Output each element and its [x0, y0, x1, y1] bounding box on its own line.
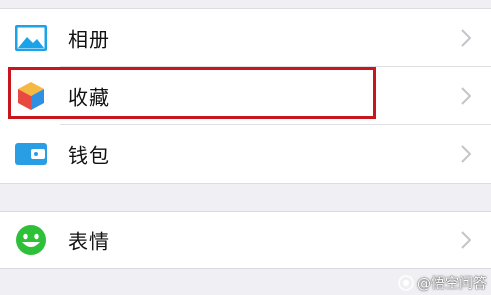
watermark: @悟空问答 [398, 273, 487, 293]
watermark-logo-icon [398, 275, 414, 291]
menu-item-favorites[interactable]: 收藏 [0, 67, 491, 125]
menu-item-label: 收藏 [68, 85, 110, 110]
menu-item-wallet[interactable]: 钱包 [0, 125, 491, 183]
menu-item-stickers[interactable]: 表情 [0, 212, 491, 268]
menu-item-label: 钱包 [68, 143, 110, 168]
wallet-icon [15, 143, 47, 165]
chevron-right-icon [461, 231, 471, 249]
menu-item-album[interactable]: 相册 [0, 9, 491, 67]
menu-item-label: 相册 [68, 27, 110, 52]
menu-group-secondary: 表情 [0, 211, 491, 269]
chevron-right-icon [461, 29, 471, 47]
photo-album-icon [15, 25, 47, 51]
chevron-right-icon [461, 87, 471, 105]
smiley-face-icon [16, 225, 46, 255]
favorites-cube-icon [18, 82, 44, 110]
watermark-text: @悟空问答 [417, 276, 487, 292]
menu-item-label: 表情 [68, 229, 110, 254]
menu-group-primary: 相册 收藏 钱包 [0, 8, 491, 184]
chevron-right-icon [461, 145, 471, 163]
